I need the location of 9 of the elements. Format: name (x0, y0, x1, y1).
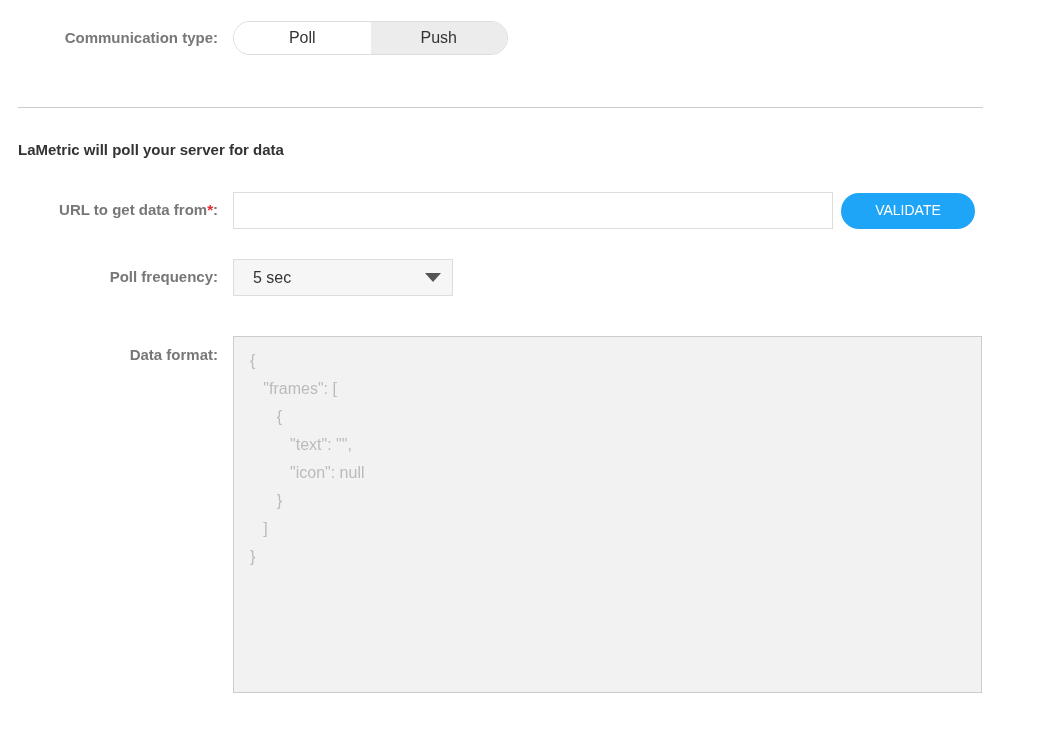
field-label: URL to get data from*: (59, 200, 218, 221)
field-label: Communication type: (64, 27, 218, 48)
caret-icon (425, 273, 441, 282)
field-label: Poll frequency: (109, 267, 218, 288)
url-input-field[interactable] (233, 192, 833, 229)
field-label: Data format: (129, 345, 218, 365)
frequency-dropdown[interactable]: 5 sec (233, 259, 453, 296)
segment-tab[interactable]: Push (370, 22, 507, 54)
section-heading: LaMetric will poll your server for data (18, 141, 284, 158)
